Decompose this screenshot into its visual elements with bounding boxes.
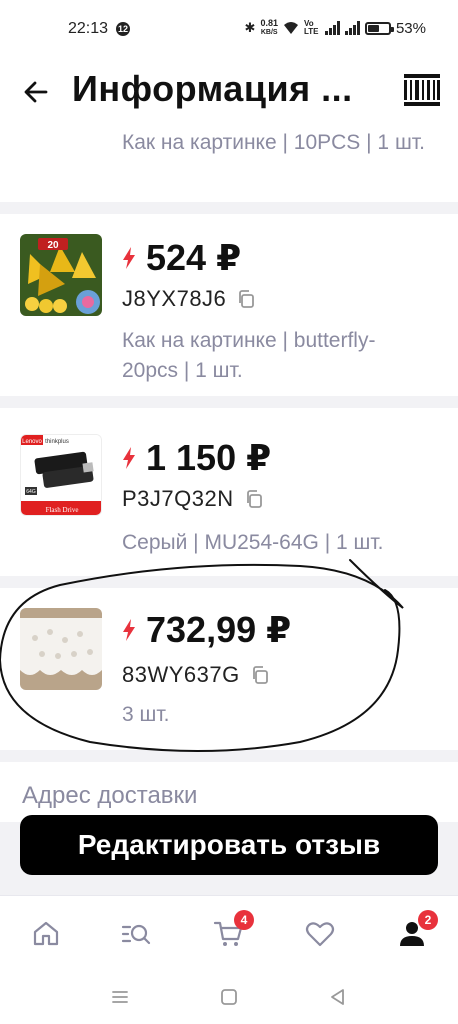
thumbnail-brand2: thinkplus — [45, 439, 69, 445]
order-item-card[interactable]: 20 524 ₽ J8YX78J6 Как на картинке | butt… — [0, 214, 458, 396]
network-speed: 0.81 KB/S — [260, 18, 278, 37]
bottom-tab-bar: 4 2 — [0, 895, 458, 975]
item-price: 524 ₽ — [146, 237, 242, 278]
thumbnail-size: 64G — [26, 489, 36, 495]
status-time: 22:13 — [68, 20, 109, 37]
cart-count-badge: 4 — [234, 910, 254, 930]
order-item-card[interactable]: Lenovo thinkplus Flash Drive 64G 1 150 ₽… — [0, 408, 458, 576]
arrow-left-icon[interactable] — [20, 76, 52, 108]
item-price: 1 150 ₽ — [146, 437, 272, 478]
product-thumbnail: 20 — [20, 234, 102, 316]
status-bar: 22:13 12 ✱ 0.81 KB/S Vo LTE 53% — [0, 0, 458, 58]
barcode-icon[interactable] — [404, 74, 440, 106]
item-code: 83WY637G — [122, 662, 240, 687]
battery-icon — [364, 21, 394, 35]
home-icon[interactable] — [30, 918, 62, 950]
copy-icon[interactable] — [244, 489, 264, 509]
copy-icon[interactable] — [236, 289, 256, 309]
item-variant-text: Как на картинке | butterfly-20pcs | 1 шт… — [122, 329, 376, 382]
catalog-search-icon[interactable] — [120, 918, 152, 950]
profile-badge: 2 — [418, 910, 438, 930]
item-variant-text: Как на картинке | 10PCS | 1 шт. — [122, 131, 425, 154]
item-variant-text: 3 шт. — [122, 703, 170, 726]
item-code: J8YX78J6 — [122, 286, 227, 311]
edit-review-button[interactable]: Редактировать отзыв — [20, 815, 438, 875]
item-price: 732,99 ₽ — [146, 609, 292, 650]
product-thumbnail: Lenovo thinkplus Flash Drive 64G — [20, 434, 102, 516]
volte-indicator: Vo LTE — [303, 19, 319, 36]
page-title: Информация ... — [72, 68, 353, 109]
product-thumbnail — [20, 608, 102, 690]
order-item-card[interactable]: Как на картинке | 10PCS | 1 шт. — [0, 130, 458, 202]
item-variant-text: Серый | MU254-64G | 1 шт. — [122, 531, 384, 554]
system-navigation-bar — [0, 975, 458, 1024]
lightning-icon — [123, 447, 135, 469]
wifi-icon — [283, 22, 298, 34]
battery-percent: 53% — [395, 19, 426, 37]
home-square-icon[interactable] — [219, 987, 239, 1007]
heart-icon[interactable] — [304, 918, 336, 950]
lightning-icon — [123, 619, 135, 641]
thumbnail-label: 20 — [47, 240, 59, 251]
delivery-address-label: Адрес доставки — [22, 782, 198, 809]
back-triangle-icon[interactable] — [328, 987, 348, 1007]
item-code: P3J7Q32N — [122, 486, 234, 511]
signal-icon — [324, 21, 340, 35]
notification-count-badge: 12 — [116, 22, 130, 36]
lightning-icon — [123, 247, 135, 269]
bluetooth-icon: ✱ — [244, 20, 256, 35]
page-header: Информация ... — [0, 58, 458, 130]
copy-icon[interactable] — [250, 665, 270, 685]
thumbnail-brand: Lenovo — [22, 439, 42, 445]
signal-icon-2 — [344, 21, 360, 35]
thumbnail-caption: Flash Drive — [46, 506, 79, 514]
menu-icon[interactable] — [110, 987, 130, 1007]
order-item-card[interactable]: 732,99 ₽ 83WY637G 3 шт. — [0, 588, 458, 750]
